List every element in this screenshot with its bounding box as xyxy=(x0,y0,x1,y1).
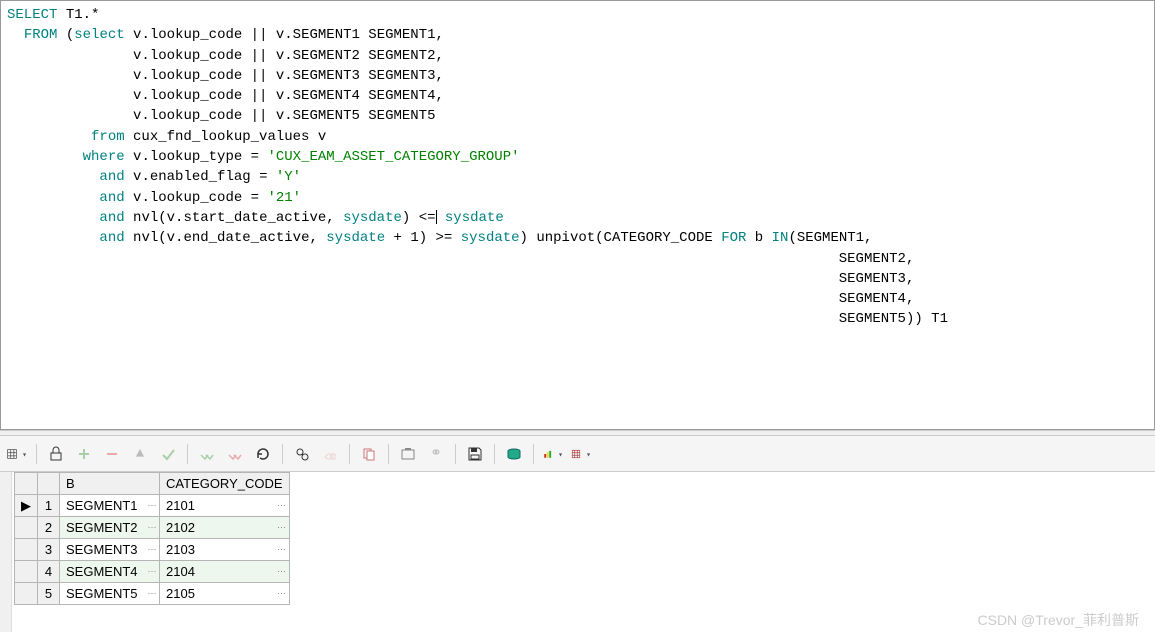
results-grid-wrap: B CATEGORY_CODE ▶1SEGMENT1⋯2101⋯2SEGMENT… xyxy=(14,472,1155,605)
rollback-button[interactable] xyxy=(224,443,246,465)
column-header-b[interactable]: B xyxy=(60,473,160,495)
results-toolbar: ▲ ⚭ xyxy=(0,436,1155,472)
clear-button[interactable] xyxy=(319,443,341,465)
column-header-category-code[interactable]: CATEGORY_CODE xyxy=(160,473,290,495)
row-number: 2 xyxy=(38,517,60,539)
cell-editor-icon[interactable]: ⋯ xyxy=(146,518,158,536)
cell-b[interactable]: SEGMENT1⋯ xyxy=(60,495,160,517)
cell-editor-icon[interactable]: ⋯ xyxy=(276,562,288,580)
table-row[interactable]: 2SEGMENT2⋯2102⋯ xyxy=(15,517,290,539)
separator xyxy=(282,444,283,464)
column-header-pointer[interactable] xyxy=(15,473,38,495)
row-pointer xyxy=(15,583,38,605)
cell-b[interactable]: SEGMENT5⋯ xyxy=(60,583,160,605)
commit-button[interactable] xyxy=(157,443,179,465)
export-button[interactable] xyxy=(570,443,592,465)
save-button[interactable] xyxy=(464,443,486,465)
separator xyxy=(349,444,350,464)
row-pointer xyxy=(15,517,38,539)
watermark: CSDN @Trevor_菲利普斯 xyxy=(978,610,1140,630)
row-pointer xyxy=(15,561,38,583)
row-number: 4 xyxy=(38,561,60,583)
cell-editor-icon[interactable]: ⋯ xyxy=(276,584,288,602)
lock-button[interactable] xyxy=(45,443,67,465)
separator xyxy=(455,444,456,464)
link-button[interactable]: ⚭ xyxy=(425,443,447,465)
row-pointer: ▶ xyxy=(15,495,38,517)
row-pointer xyxy=(15,539,38,561)
table-row[interactable]: ▶1SEGMENT1⋯2101⋯ xyxy=(15,495,290,517)
cell-b[interactable]: SEGMENT4⋯ xyxy=(60,561,160,583)
refresh-button[interactable] xyxy=(252,443,274,465)
sql-editor[interactable]: SELECT T1.* FROM (select v.lookup_code |… xyxy=(0,0,1155,430)
post-button[interactable] xyxy=(196,443,218,465)
print-button[interactable] xyxy=(503,443,525,465)
separator xyxy=(533,444,534,464)
add-row-button[interactable] xyxy=(73,443,95,465)
row-number: 3 xyxy=(38,539,60,561)
cell-editor-icon[interactable]: ⋯ xyxy=(276,540,288,558)
row-number: 1 xyxy=(38,495,60,517)
separator xyxy=(494,444,495,464)
cell-category-code[interactable]: 2103⋯ xyxy=(160,539,290,561)
cell-editor-icon[interactable]: ⋯ xyxy=(276,496,288,514)
grid-options-button[interactable] xyxy=(6,443,28,465)
row-number: 5 xyxy=(38,583,60,605)
cell-editor-icon[interactable]: ⋯ xyxy=(146,496,158,514)
cell-editor-icon[interactable]: ⋯ xyxy=(276,518,288,536)
copy-button[interactable] xyxy=(358,443,380,465)
table-row[interactable]: 3SEGMENT3⋯2103⋯ xyxy=(15,539,290,561)
cell-b[interactable]: SEGMENT2⋯ xyxy=(60,517,160,539)
results-grid[interactable]: B CATEGORY_CODE ▶1SEGMENT1⋯2101⋯2SEGMENT… xyxy=(14,472,290,605)
chart-button[interactable] xyxy=(542,443,564,465)
cell-b[interactable]: SEGMENT3⋯ xyxy=(60,539,160,561)
separator xyxy=(36,444,37,464)
export-wizard-button[interactable] xyxy=(397,443,419,465)
separator xyxy=(187,444,188,464)
cell-editor-icon[interactable]: ⋯ xyxy=(146,584,158,602)
table-row[interactable]: 4SEGMENT4⋯2104⋯ xyxy=(15,561,290,583)
cell-editor-icon[interactable]: ⋯ xyxy=(146,540,158,558)
cell-editor-icon[interactable]: ⋯ xyxy=(146,562,158,580)
left-gutter xyxy=(0,472,12,632)
column-header-rownum[interactable] xyxy=(38,473,60,495)
separator xyxy=(388,444,389,464)
cell-category-code[interactable]: 2101⋯ xyxy=(160,495,290,517)
cell-category-code[interactable]: 2104⋯ xyxy=(160,561,290,583)
delete-row-button[interactable] xyxy=(101,443,123,465)
cell-category-code[interactable]: 2102⋯ xyxy=(160,517,290,539)
find-button[interactable] xyxy=(291,443,313,465)
table-row[interactable]: 5SEGMENT5⋯2105⋯ xyxy=(15,583,290,605)
cell-category-code[interactable]: 2105⋯ xyxy=(160,583,290,605)
duplicate-row-button[interactable]: ▲ xyxy=(129,443,151,465)
